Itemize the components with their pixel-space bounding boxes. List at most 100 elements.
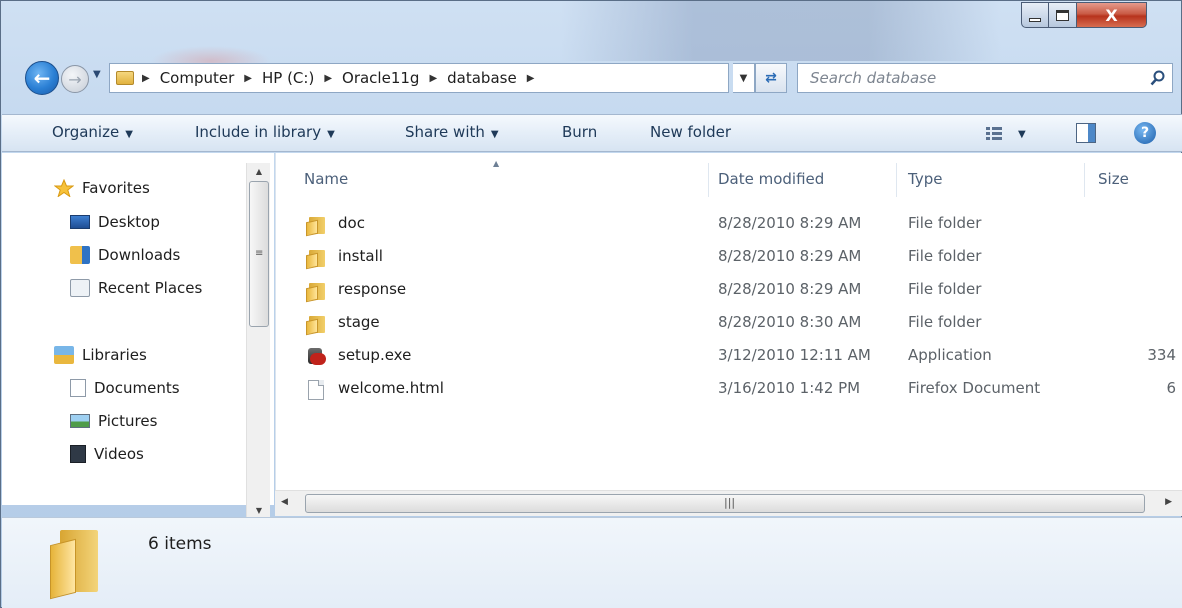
view-details-icon <box>986 127 1002 141</box>
breadcrumb-oracle11g[interactable]: Oracle11g <box>342 69 419 87</box>
breadcrumb-drive[interactable]: HP (C:) <box>262 69 314 87</box>
forward-arrow-icon: → <box>68 69 82 89</box>
nav-libraries-label: Libraries <box>82 346 147 364</box>
help-icon[interactable]: ? <box>1134 122 1156 144</box>
desktop-icon <box>70 215 90 229</box>
documents-icon <box>70 379 86 397</box>
recent-places-icon <box>70 279 90 297</box>
nav-favorites[interactable]: Favorites <box>54 179 150 197</box>
scrollbar-thumb[interactable]: ≡ <box>249 181 269 327</box>
burn-button[interactable]: Burn <box>562 123 597 141</box>
breadcrumb-database[interactable]: database <box>447 69 517 87</box>
maximize-button[interactable] <box>1049 2 1077 28</box>
file-type: File folder <box>908 214 982 232</box>
breadcrumb-chevron-icon[interactable]: ▶ <box>429 73 437 84</box>
refresh-button[interactable]: ⇄ <box>755 63 787 93</box>
navigation-row: ← → ▼ ▶ Computer ▶ HP (C:) ▶ Oracle11g ▶… <box>21 59 1173 97</box>
breadcrumb-chevron-icon[interactable]: ▶ <box>324 73 332 84</box>
column-header-type[interactable]: Type <box>908 170 942 188</box>
column-divider[interactable] <box>1084 163 1085 197</box>
column-divider[interactable] <box>896 163 897 197</box>
recent-pages-dropdown[interactable]: ▼ <box>93 69 105 85</box>
downloads-icon <box>70 246 90 264</box>
file-name: setup.exe <box>338 346 412 364</box>
column-header-size[interactable]: Size <box>1098 170 1129 188</box>
nav-item-downloads[interactable]: Downloads <box>70 246 180 264</box>
minimize-button[interactable] <box>1021 2 1049 28</box>
file-size: 6 <box>1166 379 1176 397</box>
chevron-down-icon: ▼ <box>490 129 499 140</box>
table-row[interactable]: install 8/28/2010 8:29 AM File folder <box>276 242 1182 272</box>
back-button[interactable]: ← <box>25 61 59 95</box>
include-in-library-menu[interactable]: Include in library ▼ <box>195 123 335 141</box>
change-view-button[interactable]: ▼ <box>986 124 1036 144</box>
breadcrumb-computer[interactable]: Computer <box>160 69 235 87</box>
forward-button[interactable]: → <box>61 65 89 93</box>
share-with-label: Share with <box>405 123 485 141</box>
scrollbar-thumb[interactable]: ||| <box>305 494 1145 513</box>
table-row[interactable]: stage 8/28/2010 8:30 AM File folder <box>276 308 1182 338</box>
videos-icon <box>70 445 86 463</box>
search-input[interactable] <box>798 69 1128 87</box>
file-size: 334 <box>1147 346 1176 364</box>
column-header-name[interactable]: Name <box>304 170 348 188</box>
chevron-down-icon: ▼ <box>125 129 133 140</box>
nav-item-desktop[interactable]: Desktop <box>70 213 160 231</box>
close-button[interactable]: X <box>1077 2 1147 28</box>
nav-item-label: Downloads <box>98 246 181 264</box>
file-date: 3/12/2010 12:11 AM <box>718 346 871 364</box>
address-history-dropdown[interactable]: ▼ <box>733 63 755 93</box>
breadcrumb-chevron-icon[interactable]: ▶ <box>527 73 535 84</box>
nav-item-documents[interactable]: Documents <box>70 379 180 397</box>
horizontal-scrollbar[interactable]: ◀ ||| ▶ <box>275 490 1182 516</box>
nav-item-recent-places[interactable]: Recent Places <box>70 279 202 297</box>
file-date: 8/28/2010 8:29 AM <box>718 214 862 232</box>
scroll-up-arrow-icon[interactable]: ▲ <box>247 163 271 179</box>
new-folder-button[interactable]: New folder <box>650 123 731 141</box>
back-arrow-icon: ← <box>33 66 51 90</box>
file-date: 8/28/2010 8:30 AM <box>718 313 862 331</box>
include-in-library-label: Include in library <box>195 123 322 141</box>
search-icon[interactable] <box>1150 70 1166 86</box>
navigation-pane-scrollbar[interactable]: ▲ ≡ ▼ <box>246 163 270 518</box>
nav-item-videos[interactable]: Videos <box>70 445 144 463</box>
scroll-right-arrow-icon[interactable]: ▶ <box>1165 497 1172 507</box>
file-name: welcome.html <box>338 379 444 397</box>
file-name: install <box>338 247 383 265</box>
file-type: Application <box>908 346 992 364</box>
folder-icon <box>50 526 102 600</box>
nav-libraries[interactable]: Libraries <box>54 346 147 364</box>
organize-label: Organize <box>52 123 120 141</box>
close-icon: X <box>1105 5 1118 25</box>
search-box[interactable] <box>797 63 1173 93</box>
file-name: doc <box>338 214 365 232</box>
file-name: stage <box>338 313 380 331</box>
table-row[interactable]: doc 8/28/2010 8:29 AM File folder <box>276 209 1182 239</box>
refresh-icon: ⇄ <box>765 70 777 86</box>
grip-icon: ||| <box>724 496 736 509</box>
organize-menu[interactable]: Organize ▼ <box>52 123 133 141</box>
table-row[interactable]: response 8/28/2010 8:29 AM File folder <box>276 275 1182 305</box>
breadcrumb-chevron-icon[interactable]: ▶ <box>142 73 150 84</box>
preview-pane-button[interactable] <box>1076 123 1096 143</box>
breadcrumb-chevron-icon[interactable]: ▶ <box>244 73 252 84</box>
table-row[interactable]: setup.exe 3/12/2010 12:11 AM Application… <box>276 341 1182 371</box>
nav-item-label: Recent Places <box>98 279 203 297</box>
nav-item-pictures[interactable]: Pictures <box>70 412 157 430</box>
command-bar: Organize ▼ Include in library ▼ Share with… <box>2 114 1182 152</box>
navigation-pane: Favorites Desktop Downloads Recent Place… <box>2 153 274 505</box>
item-count: 6 items <box>148 534 212 554</box>
address-bar[interactable]: ▶ Computer ▶ HP (C:) ▶ Oracle11g ▶ datab… <box>109 63 729 93</box>
caption-buttons: X <box>1021 2 1147 28</box>
scroll-down-arrow-icon[interactable]: ▼ <box>247 502 271 518</box>
scroll-left-arrow-icon[interactable]: ◀ <box>281 497 288 507</box>
file-name: response <box>338 280 407 298</box>
explorer-window: X ← → ▼ ▶ Computer ▶ HP (C:) ▶ Oracle11g… <box>0 0 1182 608</box>
folder-icon <box>306 281 326 303</box>
share-with-menu[interactable]: Share with ▼ <box>405 123 499 141</box>
file-date: 8/28/2010 8:29 AM <box>718 280 862 298</box>
column-header-date-modified[interactable]: Date modified <box>718 170 824 188</box>
table-row[interactable]: welcome.html 3/16/2010 1:42 PM Firefox D… <box>276 374 1182 404</box>
minimize-icon <box>1029 18 1041 22</box>
column-divider[interactable] <box>708 163 709 197</box>
